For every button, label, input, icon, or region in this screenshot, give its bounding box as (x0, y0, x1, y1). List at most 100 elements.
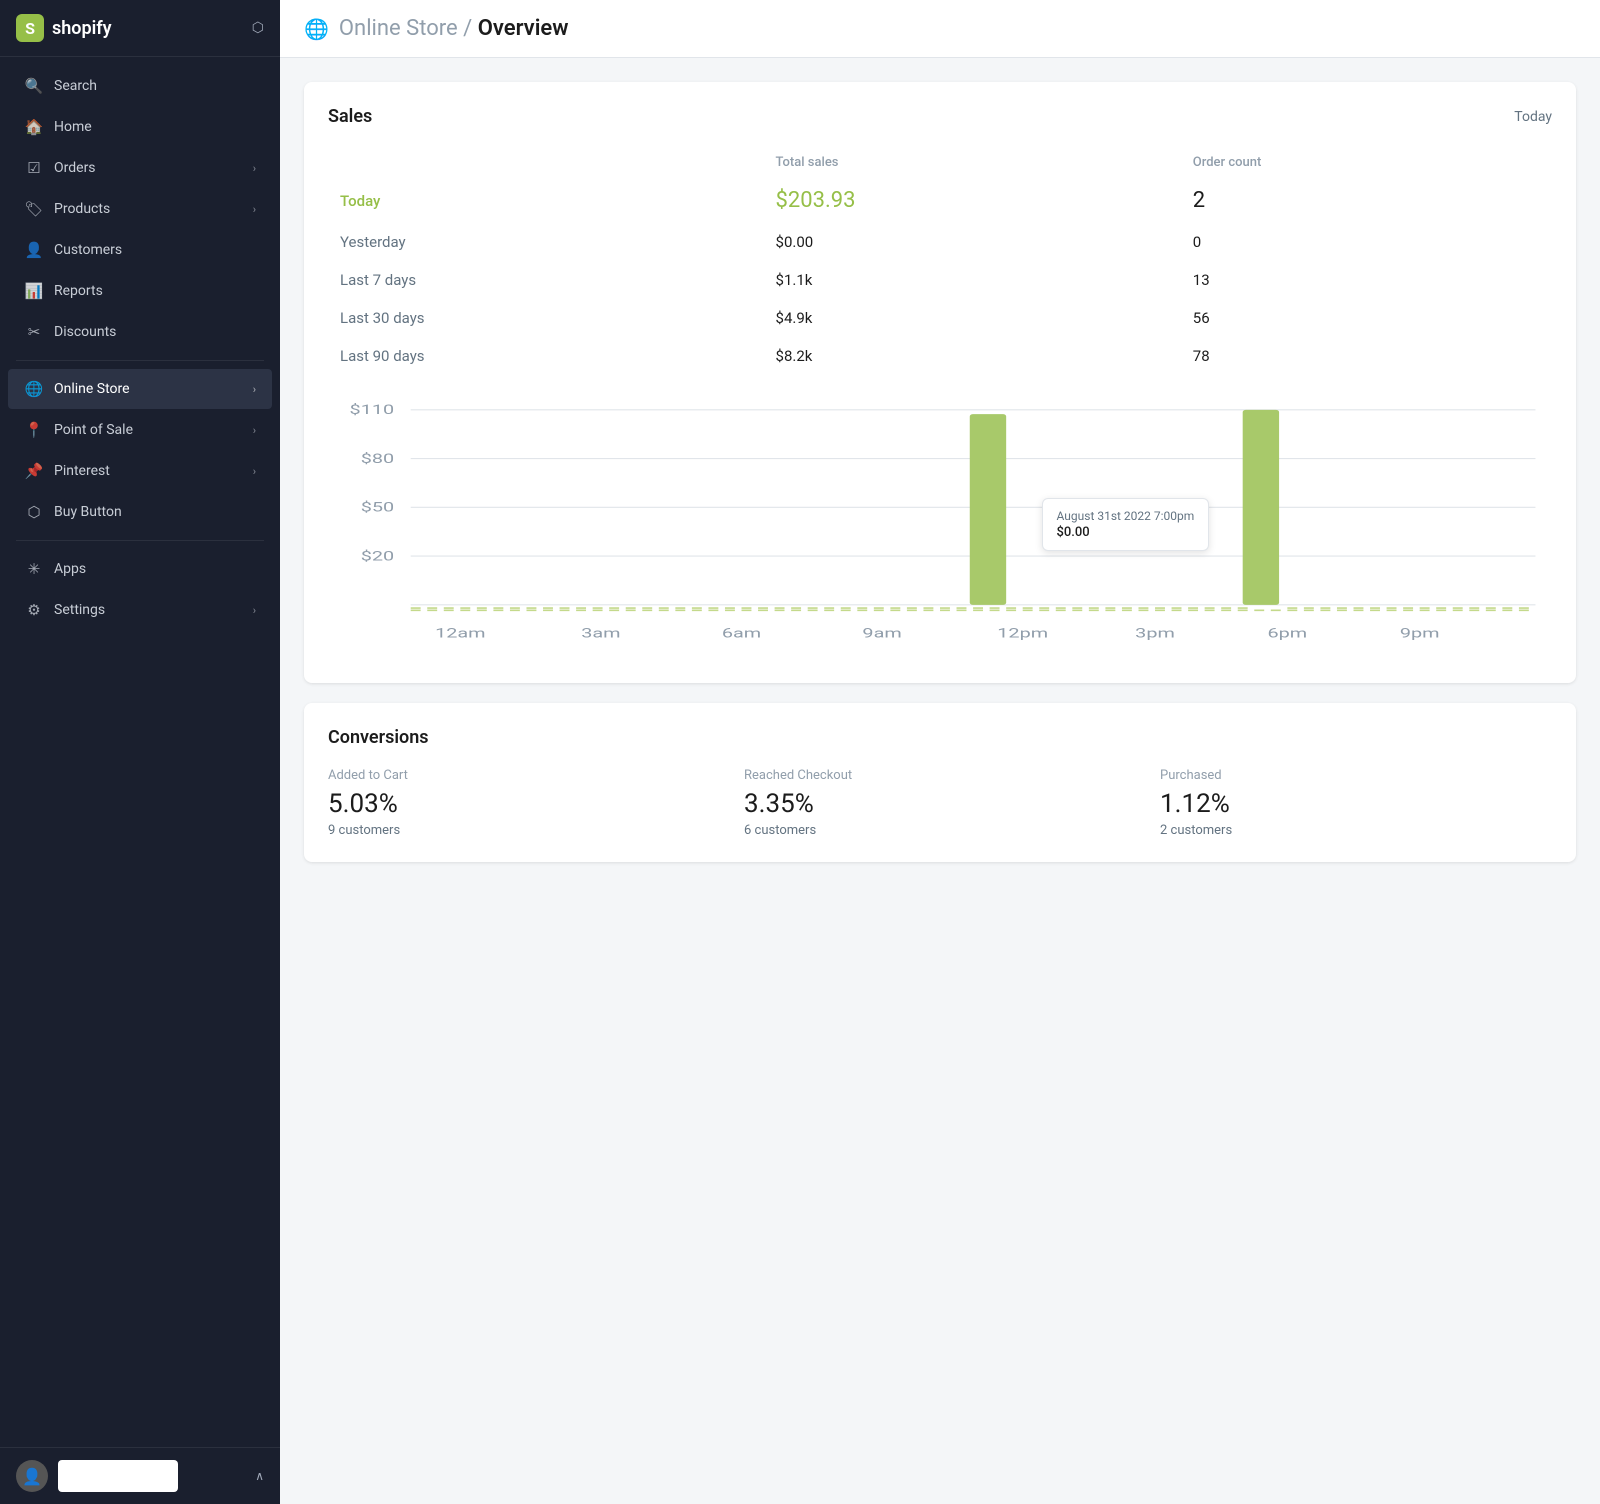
sidebar-item-products[interactable]: 🏷 Products › (8, 189, 272, 229)
table-row: Today $203.93 2 (328, 178, 1552, 223)
sidebar-item-home[interactable]: 🏠 Home (8, 107, 272, 147)
sidebar-item-label-customers: Customers (54, 242, 122, 258)
sidebar-item-buy-button[interactable]: ⬡ Buy Button (8, 492, 272, 532)
row-total-sales: $1.1k (764, 261, 1181, 299)
page-title: Online Store / Overview (339, 16, 569, 41)
svg-text:9pm: 9pm (1400, 626, 1440, 641)
nav-item-left: ⬡ Buy Button (24, 502, 122, 522)
svg-text:3pm: 3pm (1135, 626, 1175, 641)
nav-item-left: 📌 Pinterest (24, 461, 110, 481)
conversion-item: Purchased 1.12% 2 customers (1160, 768, 1552, 838)
svg-text:9am: 9am (862, 626, 901, 641)
content-area: Sales Today Total sales Order count Toda… (280, 58, 1600, 886)
buy-button-icon: ⬡ (24, 502, 44, 522)
topbar: 🌐 Online Store / Overview (280, 0, 1600, 58)
store-name-box[interactable] (58, 1460, 178, 1492)
sidebar-item-label-pinterest: Pinterest (54, 463, 110, 479)
svg-text:$110: $110 (350, 403, 395, 418)
nav-divider (16, 360, 264, 361)
table-row: Yesterday $0.00 0 (328, 223, 1552, 261)
discounts-icon: ✂ (24, 322, 44, 342)
chevron-right-icon: › (253, 203, 256, 216)
row-label: Last 30 days (328, 299, 764, 337)
row-label: Last 7 days (328, 261, 764, 299)
svg-text:3am: 3am (581, 626, 620, 641)
sales-chart: $110 $80 $50 $20 12am 3am (328, 399, 1552, 659)
svg-text:$50: $50 (361, 500, 394, 515)
conversions-card: Conversions Added to Cart 5.03% 9 custom… (304, 703, 1576, 862)
svg-text:12pm: 12pm (997, 626, 1048, 641)
sidebar-item-label-apps: Apps (54, 561, 86, 577)
sidebar-item-label-home: Home (54, 119, 92, 135)
sales-card-header: Sales Today (328, 106, 1552, 127)
breadcrumb-part2: Overview (478, 16, 569, 41)
nav-divider-2 (16, 540, 264, 541)
online-store-icon: 🌐 (24, 379, 44, 399)
sidebar-item-label-buy-button: Buy Button (54, 504, 122, 520)
orders-icon: ☑ (24, 158, 44, 178)
products-icon: 🏷 (24, 199, 44, 219)
svg-text:$20: $20 (361, 549, 394, 564)
sidebar-item-label-settings: Settings (54, 602, 105, 618)
chart-svg: $110 $80 $50 $20 12am 3am (328, 399, 1552, 659)
conversion-label: Reached Checkout (744, 768, 1136, 783)
nav-item-left: ✳ Apps (24, 559, 86, 579)
chevron-up-icon: ∧ (255, 1469, 264, 1483)
globe-icon: 🌐 (304, 17, 329, 41)
row-label: Last 90 days (328, 337, 764, 375)
sales-card-period: Today (1514, 109, 1552, 125)
sidebar-header: S shopify ⬡ (0, 0, 280, 57)
nav-item-left: 🌐 Online Store (24, 379, 130, 399)
chevron-right-icon: › (253, 383, 256, 396)
sidebar-bottom: 👤 ∧ (0, 1447, 280, 1504)
shopify-logo-text: shopify (52, 18, 112, 39)
sidebar-item-settings[interactable]: ⚙ Settings › (8, 590, 272, 630)
conversion-item: Reached Checkout 3.35% 6 customers (744, 768, 1136, 838)
chevron-right-icon: › (253, 424, 256, 437)
settings-icon: ⚙ (24, 600, 44, 620)
conversion-value: 5.03% (328, 789, 720, 819)
sidebar-item-orders[interactable]: ☑ Orders › (8, 148, 272, 188)
svg-text:$80: $80 (361, 451, 394, 466)
sidebar-item-search[interactable]: 🔍 Search (8, 66, 272, 106)
chevron-right-icon: › (253, 465, 256, 478)
table-row: Last 30 days $4.9k 56 (328, 299, 1552, 337)
sidebar-item-apps[interactable]: ✳ Apps (8, 549, 272, 589)
sales-card: Sales Today Total sales Order count Toda… (304, 82, 1576, 683)
conversion-item: Added to Cart 5.03% 9 customers (328, 768, 720, 838)
conversion-sub: 9 customers (328, 823, 720, 838)
svg-text:12am: 12am (435, 626, 485, 641)
avatar: 👤 (16, 1460, 48, 1492)
sidebar-item-discounts[interactable]: ✂ Discounts (8, 312, 272, 352)
search-icon: 🔍 (24, 76, 44, 96)
row-order-count: 2 (1181, 178, 1552, 223)
row-total-sales: $0.00 (764, 223, 1181, 261)
conversions-grid: Added to Cart 5.03% 9 customers Reached … (328, 768, 1552, 838)
sidebar-item-online-store[interactable]: 🌐 Online Store › (8, 369, 272, 409)
sidebar-item-label-products: Products (54, 201, 110, 217)
sidebar-item-customers[interactable]: 👤 Customers (8, 230, 272, 270)
home-icon: 🏠 (24, 117, 44, 137)
nav-item-left: 🔍 Search (24, 76, 97, 96)
row-order-count: 13 (1181, 261, 1552, 299)
sidebar-item-pinterest[interactable]: 📌 Pinterest › (8, 451, 272, 491)
apps-icon: ✳ (24, 559, 44, 579)
sidebar-item-label-orders: Orders (54, 160, 96, 176)
breadcrumb-separator: / (463, 16, 478, 41)
row-label: Today (328, 178, 764, 223)
sidebar-item-label-search: Search (54, 78, 97, 94)
row-total-sales: $203.93 (764, 178, 1181, 223)
sidebar-item-reports[interactable]: 📊 Reports (8, 271, 272, 311)
row-order-count: 78 (1181, 337, 1552, 375)
breadcrumb-part1: Online Store (339, 16, 458, 41)
sidebar-item-label-discounts: Discounts (54, 324, 116, 340)
row-order-count: 56 (1181, 299, 1552, 337)
chevron-right-icon: › (253, 604, 256, 617)
col-total-sales: Total sales (764, 147, 1181, 178)
sidebar-item-point-of-sale[interactable]: 📍 Point of Sale › (8, 410, 272, 450)
conversion-value: 3.35% (744, 789, 1136, 819)
col-order-count: Order count (1181, 147, 1552, 178)
external-link-icon[interactable]: ⬡ (252, 20, 264, 36)
point-of-sale-icon: 📍 (24, 420, 44, 440)
shopify-logo[interactable]: S shopify (16, 14, 112, 42)
